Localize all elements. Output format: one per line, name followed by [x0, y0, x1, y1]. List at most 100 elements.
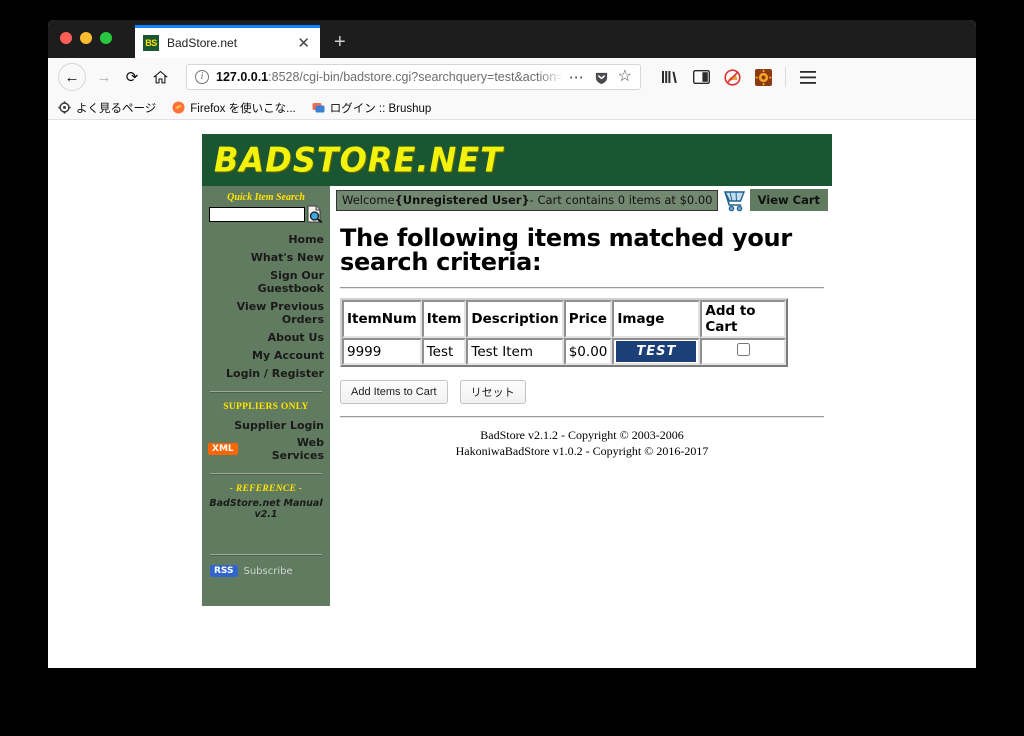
- table-header-row: ItemNum Item Description Price Image Add…: [342, 300, 787, 338]
- badstore-page: BADSTORE.NET Quick Item Search Home What…: [202, 134, 832, 668]
- library-icon[interactable]: [661, 68, 679, 86]
- url-host: 127.0.0.1: [216, 70, 269, 84]
- home-button[interactable]: [146, 63, 174, 91]
- add-to-cart-checkbox[interactable]: [736, 343, 750, 356]
- extension-gear-icon[interactable]: [754, 68, 772, 86]
- hamburger-menu-icon[interactable]: [799, 68, 817, 86]
- quick-search-input[interactable]: [208, 206, 305, 222]
- column-header-item: Item: [421, 300, 467, 338]
- back-button[interactable]: ←: [58, 63, 86, 91]
- form-button-row: Add Items to Cart リセット: [340, 380, 828, 404]
- shopping-cart-icon[interactable]: [721, 188, 747, 212]
- welcome-suffix: - Cart contains 0 items at $0.00: [529, 193, 713, 207]
- footer-divider: [340, 416, 824, 418]
- sidebar-item-login-register[interactable]: Login / Register: [206, 364, 326, 382]
- page-viewport: BADSTORE.NET Quick Item Search Home What…: [48, 120, 976, 668]
- bookmark-star-icon[interactable]: ☆: [618, 69, 632, 85]
- blocked-ads-icon[interactable]: [723, 68, 741, 86]
- new-tab-button[interactable]: +: [334, 32, 346, 52]
- navigation-toolbar: ← → ⟳ i 127.0.0.1:8528/cgi-bin/badstore.…: [48, 58, 976, 96]
- cell-item: Test: [421, 338, 467, 365]
- site-banner: BADSTORE.NET: [202, 134, 832, 186]
- tab-strip: BS BadStore.net ✕ +: [48, 20, 976, 58]
- url-text: 127.0.0.1:8528/cgi-bin/badstore.cgi?sear…: [216, 70, 563, 84]
- browser-window: BS BadStore.net ✕ + ← → ⟳ i 127.0.0.1:85…: [48, 20, 976, 668]
- bookmark-item-most-visited[interactable]: よく見るページ: [58, 100, 156, 116]
- cell-add-to-cart: [700, 338, 787, 365]
- sidebar-divider: [210, 391, 322, 393]
- add-items-to-cart-button[interactable]: Add Items to Cart: [340, 380, 448, 404]
- rss-badge-icon[interactable]: RSS: [210, 565, 238, 577]
- sidebar-icon[interactable]: [692, 68, 710, 86]
- welcome-message: Welcome {Unregistered User} - Cart conta…: [336, 189, 718, 211]
- cart-status-bar: Welcome {Unregistered User} - Cart conta…: [336, 188, 828, 212]
- column-header-itemnum: ItemNum: [342, 300, 422, 338]
- quick-search-title: Quick Item Search: [227, 192, 305, 203]
- page-info-icon[interactable]: i: [195, 70, 209, 84]
- welcome-username: {Unregistered User}: [394, 193, 530, 207]
- close-window-button[interactable]: [60, 32, 72, 44]
- sidebar-reference-heading: - REFERENCE -: [229, 484, 303, 494]
- welcome-prefix: Welcome: [342, 193, 395, 207]
- quick-search-row: [206, 205, 326, 224]
- column-header-add-to-cart: Add to Cart: [700, 300, 787, 338]
- reload-button[interactable]: ⟳: [118, 63, 146, 91]
- cell-price: $0.00: [563, 338, 613, 365]
- url-bar[interactable]: i 127.0.0.1:8528/cgi-bin/badstore.cgi?se…: [186, 64, 641, 90]
- sidebar-item-whats-new[interactable]: What's New: [206, 248, 326, 266]
- quick-search-submit-icon[interactable]: [306, 205, 324, 224]
- minimize-window-button[interactable]: [80, 32, 92, 44]
- sidebar-item-home[interactable]: Home: [206, 230, 326, 248]
- close-tab-icon[interactable]: ✕: [295, 36, 312, 51]
- column-header-description: Description: [466, 300, 564, 338]
- firefox-icon: [172, 101, 185, 114]
- sidebar-divider: [210, 554, 322, 556]
- sidebar-item-my-account[interactable]: My Account: [206, 346, 326, 364]
- cell-itemnum: 9999: [342, 338, 422, 365]
- toolbar-right-icons: [661, 67, 817, 87]
- browser-tab[interactable]: BS BadStore.net ✕: [135, 25, 320, 58]
- sidebar-nav-list: Home What's New Sign Our Guestbook View …: [206, 230, 326, 382]
- brushup-icon: [312, 101, 325, 114]
- subscribe-label: Subscribe: [243, 565, 293, 577]
- site-sidebar: Quick Item Search Home What's New Sign O…: [202, 186, 330, 606]
- sidebar-item-about-us[interactable]: About Us: [206, 328, 326, 346]
- page-title: The following items matched your search …: [340, 224, 792, 276]
- url-path: :8528/cgi-bin/badstore.cgi?searchquery=t…: [268, 70, 563, 84]
- sidebar-item-supplier-login[interactable]: Supplier Login: [206, 416, 326, 434]
- sidebar-item-view-previous-orders[interactable]: View Previous Orders: [206, 297, 326, 328]
- xml-badge-icon[interactable]: XML: [208, 443, 238, 455]
- favicon-badstore: BS: [143, 35, 159, 51]
- column-header-image: Image: [612, 300, 701, 338]
- site-logo: BADSTORE.NET: [214, 140, 503, 180]
- bookmark-label: ログイン :: Brushup: [329, 102, 432, 115]
- maximize-window-button[interactable]: [100, 32, 112, 44]
- sidebar-item-manual[interactable]: BadStore.net Manual v2.1: [206, 498, 326, 520]
- item-image-test[interactable]: TEST: [616, 341, 697, 362]
- sidebar-subscribe-row[interactable]: RSS Subscribe: [206, 565, 326, 577]
- bookmark-label: よく見るページ: [76, 102, 157, 115]
- urlbar-actions: ⋯ ☆: [569, 69, 632, 85]
- page-body: Quick Item Search Home What's New Sign O…: [202, 186, 832, 606]
- pocket-icon[interactable]: [594, 70, 609, 85]
- reset-button[interactable]: リセット: [459, 380, 526, 404]
- tab-title: BadStore.net: [167, 36, 238, 50]
- sidebar-divider: [210, 473, 322, 475]
- bookmark-item-brushup-login[interactable]: ログイン :: Brushup: [312, 100, 432, 116]
- page-actions-icon[interactable]: ⋯: [569, 70, 585, 85]
- column-header-price: Price: [563, 300, 613, 338]
- sidebar-suppliers-heading: SUPPLIERS ONLY: [223, 402, 309, 412]
- search-results-table: ItemNum Item Description Price Image Add…: [340, 298, 789, 367]
- table-row: 9999 Test Test Item $0.00 TEST: [342, 338, 787, 365]
- main-content: Welcome {Unregistered User} - Cart conta…: [330, 186, 832, 606]
- bookmarks-bar: よく見るページ Firefox を使いこな... ログイン :: Brushup: [48, 96, 976, 120]
- cell-image: TEST: [612, 338, 701, 365]
- window-traffic-lights: [60, 32, 112, 44]
- toolbar-divider: [785, 67, 786, 87]
- sidebar-item-sign-guestbook[interactable]: Sign Our Guestbook: [206, 266, 326, 297]
- footer-copyright-hakoniwa: HakoniwaBadStore v1.0.2 - Copyright © 20…: [455, 444, 709, 459]
- sidebar-item-web-services[interactable]: Web Services: [244, 436, 324, 462]
- footer-copyright-badstore: BadStore v2.1.2 - Copyright © 2003-2006: [480, 428, 684, 442]
- bookmark-item-firefox-tips[interactable]: Firefox を使いこな...: [172, 100, 296, 116]
- view-cart-button[interactable]: View Cart: [749, 189, 828, 211]
